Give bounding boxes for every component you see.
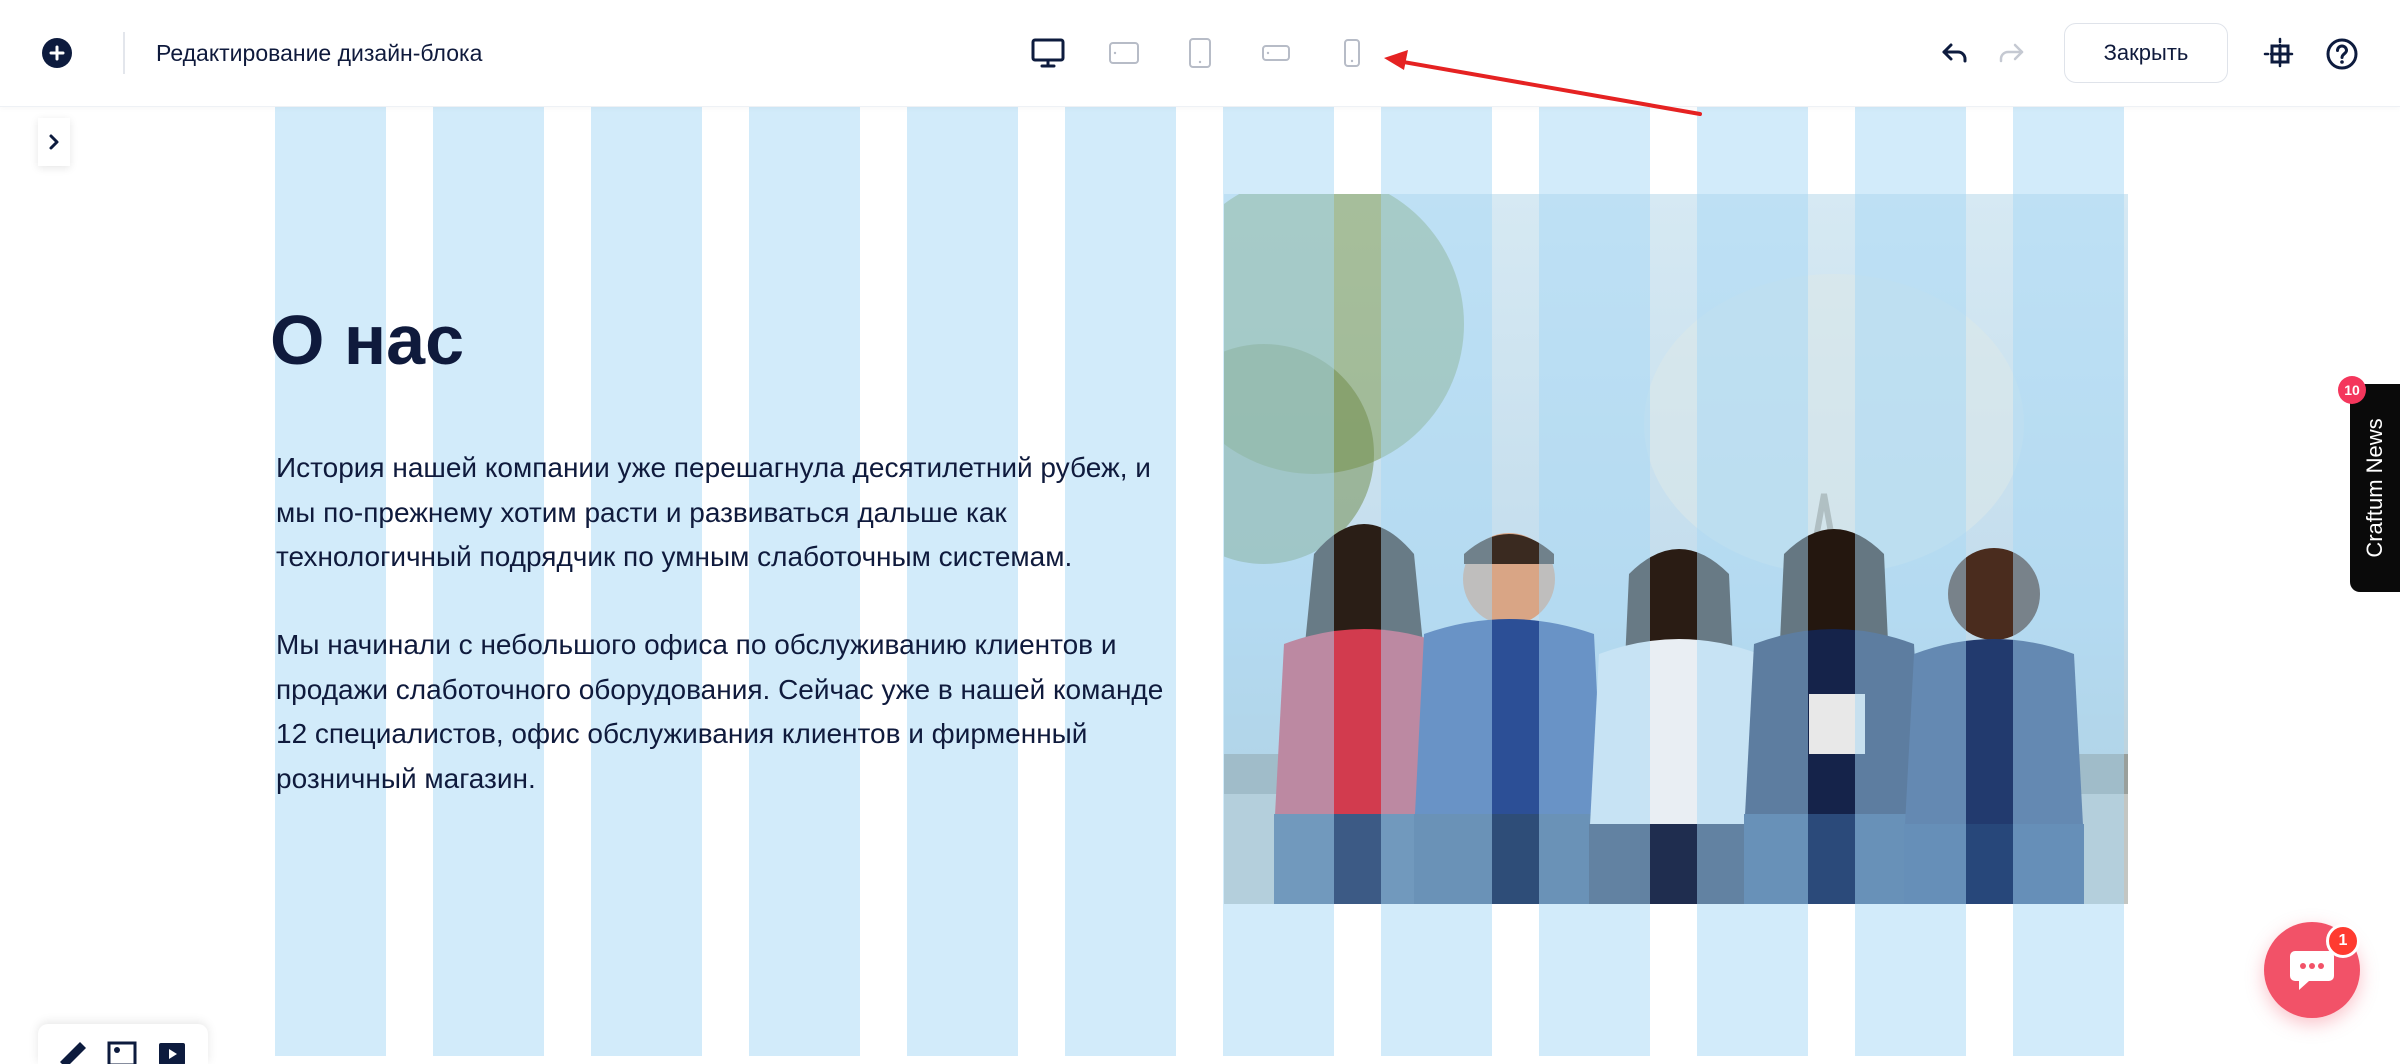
about-paragraph-1[interactable]: История нашей компании уже перешагнула д… bbox=[276, 446, 1176, 580]
plus-icon bbox=[49, 45, 65, 61]
help-button[interactable] bbox=[2324, 36, 2360, 72]
chat-unread-badge: 1 bbox=[2326, 924, 2360, 958]
page-title: Редактирование дизайн-блока bbox=[156, 40, 483, 66]
news-tab[interactable]: Craftum News bbox=[2350, 384, 2400, 592]
tablet-landscape-view-button[interactable] bbox=[1101, 30, 1147, 76]
phone-landscape-view-button[interactable] bbox=[1253, 30, 1299, 76]
about-paragraph-2[interactable]: Мы начинали с небольшого офиса по обслуж… bbox=[276, 623, 1176, 801]
video-icon[interactable] bbox=[156, 1040, 188, 1064]
team-photo-illustration bbox=[1224, 194, 2128, 904]
top-toolbar: Редактирование дизайн-блока Закрыть bbox=[0, 0, 2400, 107]
tablet-portrait-icon bbox=[1189, 38, 1211, 68]
tablet-portrait-view-button[interactable] bbox=[1177, 30, 1223, 76]
grid-icon bbox=[2263, 37, 2297, 71]
grid-column bbox=[907, 106, 1018, 1056]
chat-icon bbox=[2290, 951, 2334, 990]
pencil-icon[interactable] bbox=[56, 1040, 88, 1064]
grid-column bbox=[749, 106, 860, 1056]
add-block-button[interactable] bbox=[42, 38, 72, 68]
desktop-view-button[interactable] bbox=[1025, 30, 1071, 76]
image-icon[interactable] bbox=[106, 1040, 138, 1064]
tablet-landscape-icon bbox=[1109, 42, 1139, 64]
grid-column bbox=[275, 106, 386, 1056]
close-button[interactable]: Закрыть bbox=[2064, 23, 2228, 83]
toolbar-divider bbox=[123, 32, 125, 74]
undo-icon bbox=[1942, 43, 1967, 63]
grid-column bbox=[591, 106, 702, 1056]
grid-column bbox=[1065, 106, 1176, 1056]
device-switcher bbox=[1025, 30, 1375, 76]
phone-portrait-icon bbox=[1344, 39, 1360, 67]
chevron-right-icon bbox=[49, 134, 59, 150]
bottom-toolbar bbox=[38, 1024, 208, 1064]
help-icon bbox=[2326, 38, 2358, 70]
sidebar-expand-button[interactable] bbox=[38, 118, 70, 166]
grid-toggle-button[interactable] bbox=[2262, 36, 2298, 72]
grid-column bbox=[433, 106, 544, 1056]
undo-button[interactable] bbox=[1938, 36, 1972, 70]
annotation-arrow bbox=[1384, 50, 1702, 116]
news-count-badge: 10 bbox=[2338, 376, 2366, 404]
redo-button[interactable] bbox=[1994, 36, 2028, 70]
redo-icon bbox=[1999, 43, 2024, 63]
desktop-icon bbox=[1031, 38, 1065, 68]
section-heading[interactable]: О нас bbox=[270, 298, 464, 382]
phone-landscape-icon bbox=[1262, 45, 1290, 61]
phone-portrait-view-button[interactable] bbox=[1329, 30, 1375, 76]
news-tab-label: Craftum News bbox=[2362, 418, 2387, 558]
team-photo[interactable] bbox=[1224, 194, 2128, 904]
